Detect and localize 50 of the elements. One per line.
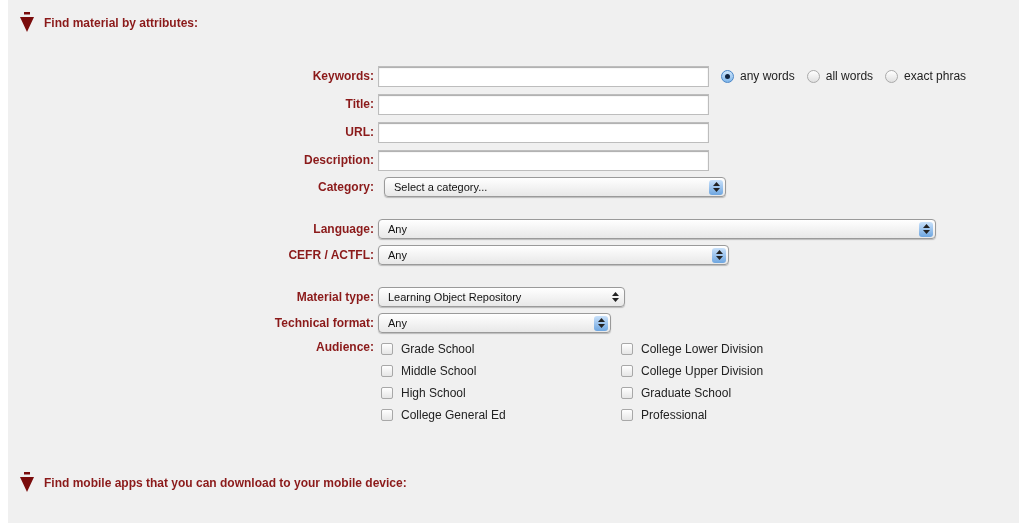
stepper-arrows-icon <box>712 182 720 192</box>
stepper-arrows-icon <box>597 318 605 328</box>
field-label: URL: <box>344 124 375 141</box>
dropdown-select[interactable]: Any <box>378 245 729 265</box>
radio-button[interactable] <box>721 69 734 83</box>
dropdown-select[interactable]: Learning Object Repository <box>378 287 625 307</box>
text-field[interactable] <box>378 149 709 171</box>
checkbox[interactable] <box>381 387 393 399</box>
checkbox-label: College General Ed <box>401 407 506 424</box>
dropdown-select[interactable]: Select a category... <box>384 177 726 197</box>
checkbox[interactable] <box>621 343 633 355</box>
field-label: Language: <box>312 221 375 238</box>
dropdown-select[interactable]: Any <box>378 219 936 239</box>
text-field[interactable] <box>378 93 709 115</box>
radio-label: exact phras <box>904 68 967 85</box>
stepper-arrows-icon <box>715 250 723 260</box>
field-label: Material type: <box>295 289 375 306</box>
checkbox-label: Middle School <box>401 363 477 380</box>
checkbox-label: High School <box>401 385 466 402</box>
text-field[interactable] <box>378 121 709 143</box>
checkbox-label: College Lower Division <box>641 341 764 358</box>
radio-label: all words <box>825 68 874 85</box>
section-title: Find mobile apps that you can download to your mobile device: <box>44 475 407 492</box>
checkbox-label: Graduate School <box>641 385 732 402</box>
field-label: Technical format: <box>273 315 375 332</box>
checkbox[interactable] <box>381 343 393 355</box>
field-label: Audience: <box>315 339 375 356</box>
stepper-arrows-icon <box>611 292 619 302</box>
collapse-arrow-icon[interactable] <box>20 12 34 32</box>
field-label: Keywords: <box>311 68 375 85</box>
text-field[interactable] <box>378 65 709 87</box>
checkbox[interactable] <box>381 365 393 377</box>
checkbox-label: Professional <box>641 407 708 424</box>
field-label: CEFR / ACTFL: <box>287 247 375 264</box>
radio-button[interactable] <box>806 69 820 83</box>
checkbox-label: College Upper Division <box>641 363 764 380</box>
collapse-arrow-icon[interactable] <box>20 472 34 492</box>
checkbox[interactable] <box>621 409 633 421</box>
checkbox[interactable] <box>621 387 633 399</box>
checkbox-label: Grade School <box>401 341 475 358</box>
field-label: Description: <box>303 152 375 169</box>
radio-label: any words <box>740 68 795 85</box>
field-label: Title: <box>344 96 375 113</box>
checkbox[interactable] <box>381 409 393 421</box>
radio-button[interactable] <box>885 69 899 83</box>
checkbox[interactable] <box>621 365 633 377</box>
stepper-arrows-icon <box>922 224 930 234</box>
section-title: Find material by attributes: <box>44 15 199 32</box>
field-label: Category: <box>317 179 375 196</box>
dropdown-select[interactable]: Any <box>378 313 611 333</box>
